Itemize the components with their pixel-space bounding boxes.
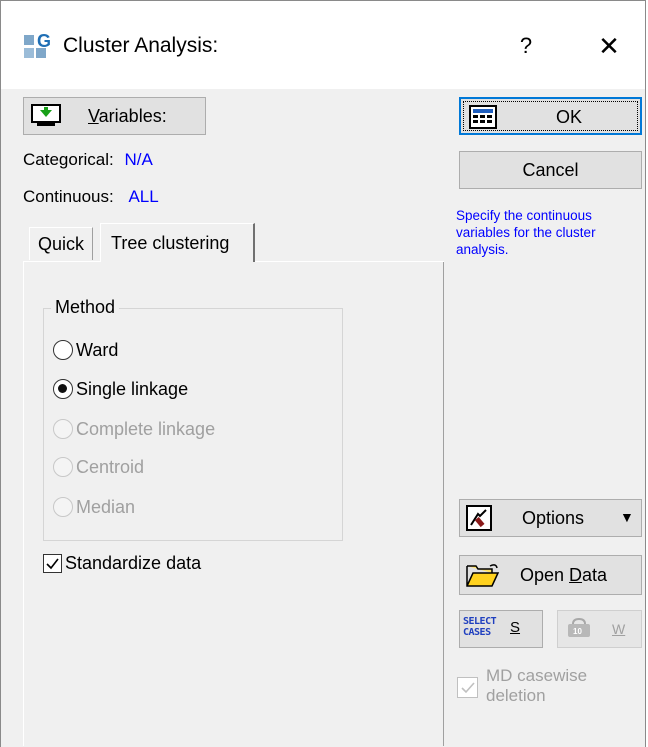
options-icon [466,505,492,531]
tab-quick[interactable]: Quick [29,227,94,260]
radio-single-linkage[interactable]: Single linkage [53,378,188,404]
standardize-data-checkbox[interactable]: Standardize data [43,552,201,578]
options-button-label: Options [522,508,585,528]
open-data-label: Open Data [520,565,608,585]
statistica-app-icon: G [24,31,51,58]
radio-single-linkage-label: Single linkage [76,378,189,399]
variables-button[interactable]: Variables: [23,97,206,135]
weight-icon: 10 [568,618,590,637]
variables-icon [31,104,61,126]
options-button[interactable]: Options ▼ [459,499,642,537]
md-casewise-checkbox[interactable]: MD casewise deletion [457,666,642,716]
checkmark-icon [461,682,475,694]
radio-complete-linkage-label: Complete linkage [76,418,216,439]
tab-tree-clustering-label: Tree clustering [111,233,230,253]
title-bar: G Cluster Analysis: ? ✕ [1,1,645,89]
continuous-value[interactable]: ALL [128,187,158,206]
weight-button[interactable]: 10 W [557,610,642,648]
ok-icon [469,105,497,129]
cluster-analysis-dialog: G Cluster Analysis: ? ✕ Variables: Categ… [0,0,646,747]
select-cases-label: S [510,619,521,636]
hint-text: Specify the continuous variables for the… [456,208,596,257]
help-button[interactable]: ? [501,21,551,71]
categorical-value[interactable]: N/A [124,150,152,169]
svg-text:G: G [37,31,51,51]
tab-quick-label: Quick [38,234,85,254]
radio-complete-linkage-circle[interactable] [53,419,73,440]
folder-open-icon [466,564,500,587]
select-cases-icon: SELECT CASES [463,616,497,638]
radio-ward-label: Ward [76,339,119,360]
cancel-button[interactable]: Cancel [459,151,642,189]
svg-text:10: 10 [573,627,582,636]
radio-ward-circle[interactable] [53,340,73,361]
categorical-row: Categorical: N/A [23,150,153,170]
md-casewise-label: MD casewise deletion [486,666,588,705]
tab-tree-clustering[interactable]: Tree clustering [100,223,255,262]
radio-selected-dot [58,384,67,394]
dropdown-arrow-icon: ▼ [620,509,634,525]
radio-single-linkage-circle[interactable] [53,379,73,400]
open-data-button[interactable]: Open Data [459,555,642,595]
cancel-button-label: Cancel [522,160,579,180]
method-group-title: Method [51,297,120,318]
continuous-label: Continuous: [23,187,114,206]
weight-button-label: W [612,621,626,637]
checkmark-icon [46,558,59,569]
continuous-row: Continuous: ALL [23,187,159,207]
md-casewise-box[interactable] [457,677,478,698]
ok-button-label: OK [556,107,583,127]
standardize-checkbox-box[interactable] [43,553,62,573]
categorical-label: Categorical: [23,150,114,169]
radio-median-label: Median [76,496,136,517]
ok-button[interactable]: OK [459,97,642,135]
radio-median-circle[interactable] [53,497,73,518]
radio-median[interactable]: Median [53,496,135,522]
close-button[interactable]: ✕ [581,21,637,71]
radio-centroid-circle[interactable] [53,457,73,478]
standardize-data-label: Standardize data [65,552,202,573]
select-cases-button[interactable]: SELECT CASES S [459,610,543,648]
radio-centroid[interactable]: Centroid [53,456,144,482]
radio-complete-linkage[interactable]: Complete linkage [53,418,215,444]
window-title: Cluster Analysis: [63,34,219,57]
variables-button-label: Variables: [88,106,167,126]
radio-centroid-label: Centroid [76,456,145,477]
radio-ward[interactable]: Ward [53,339,118,365]
